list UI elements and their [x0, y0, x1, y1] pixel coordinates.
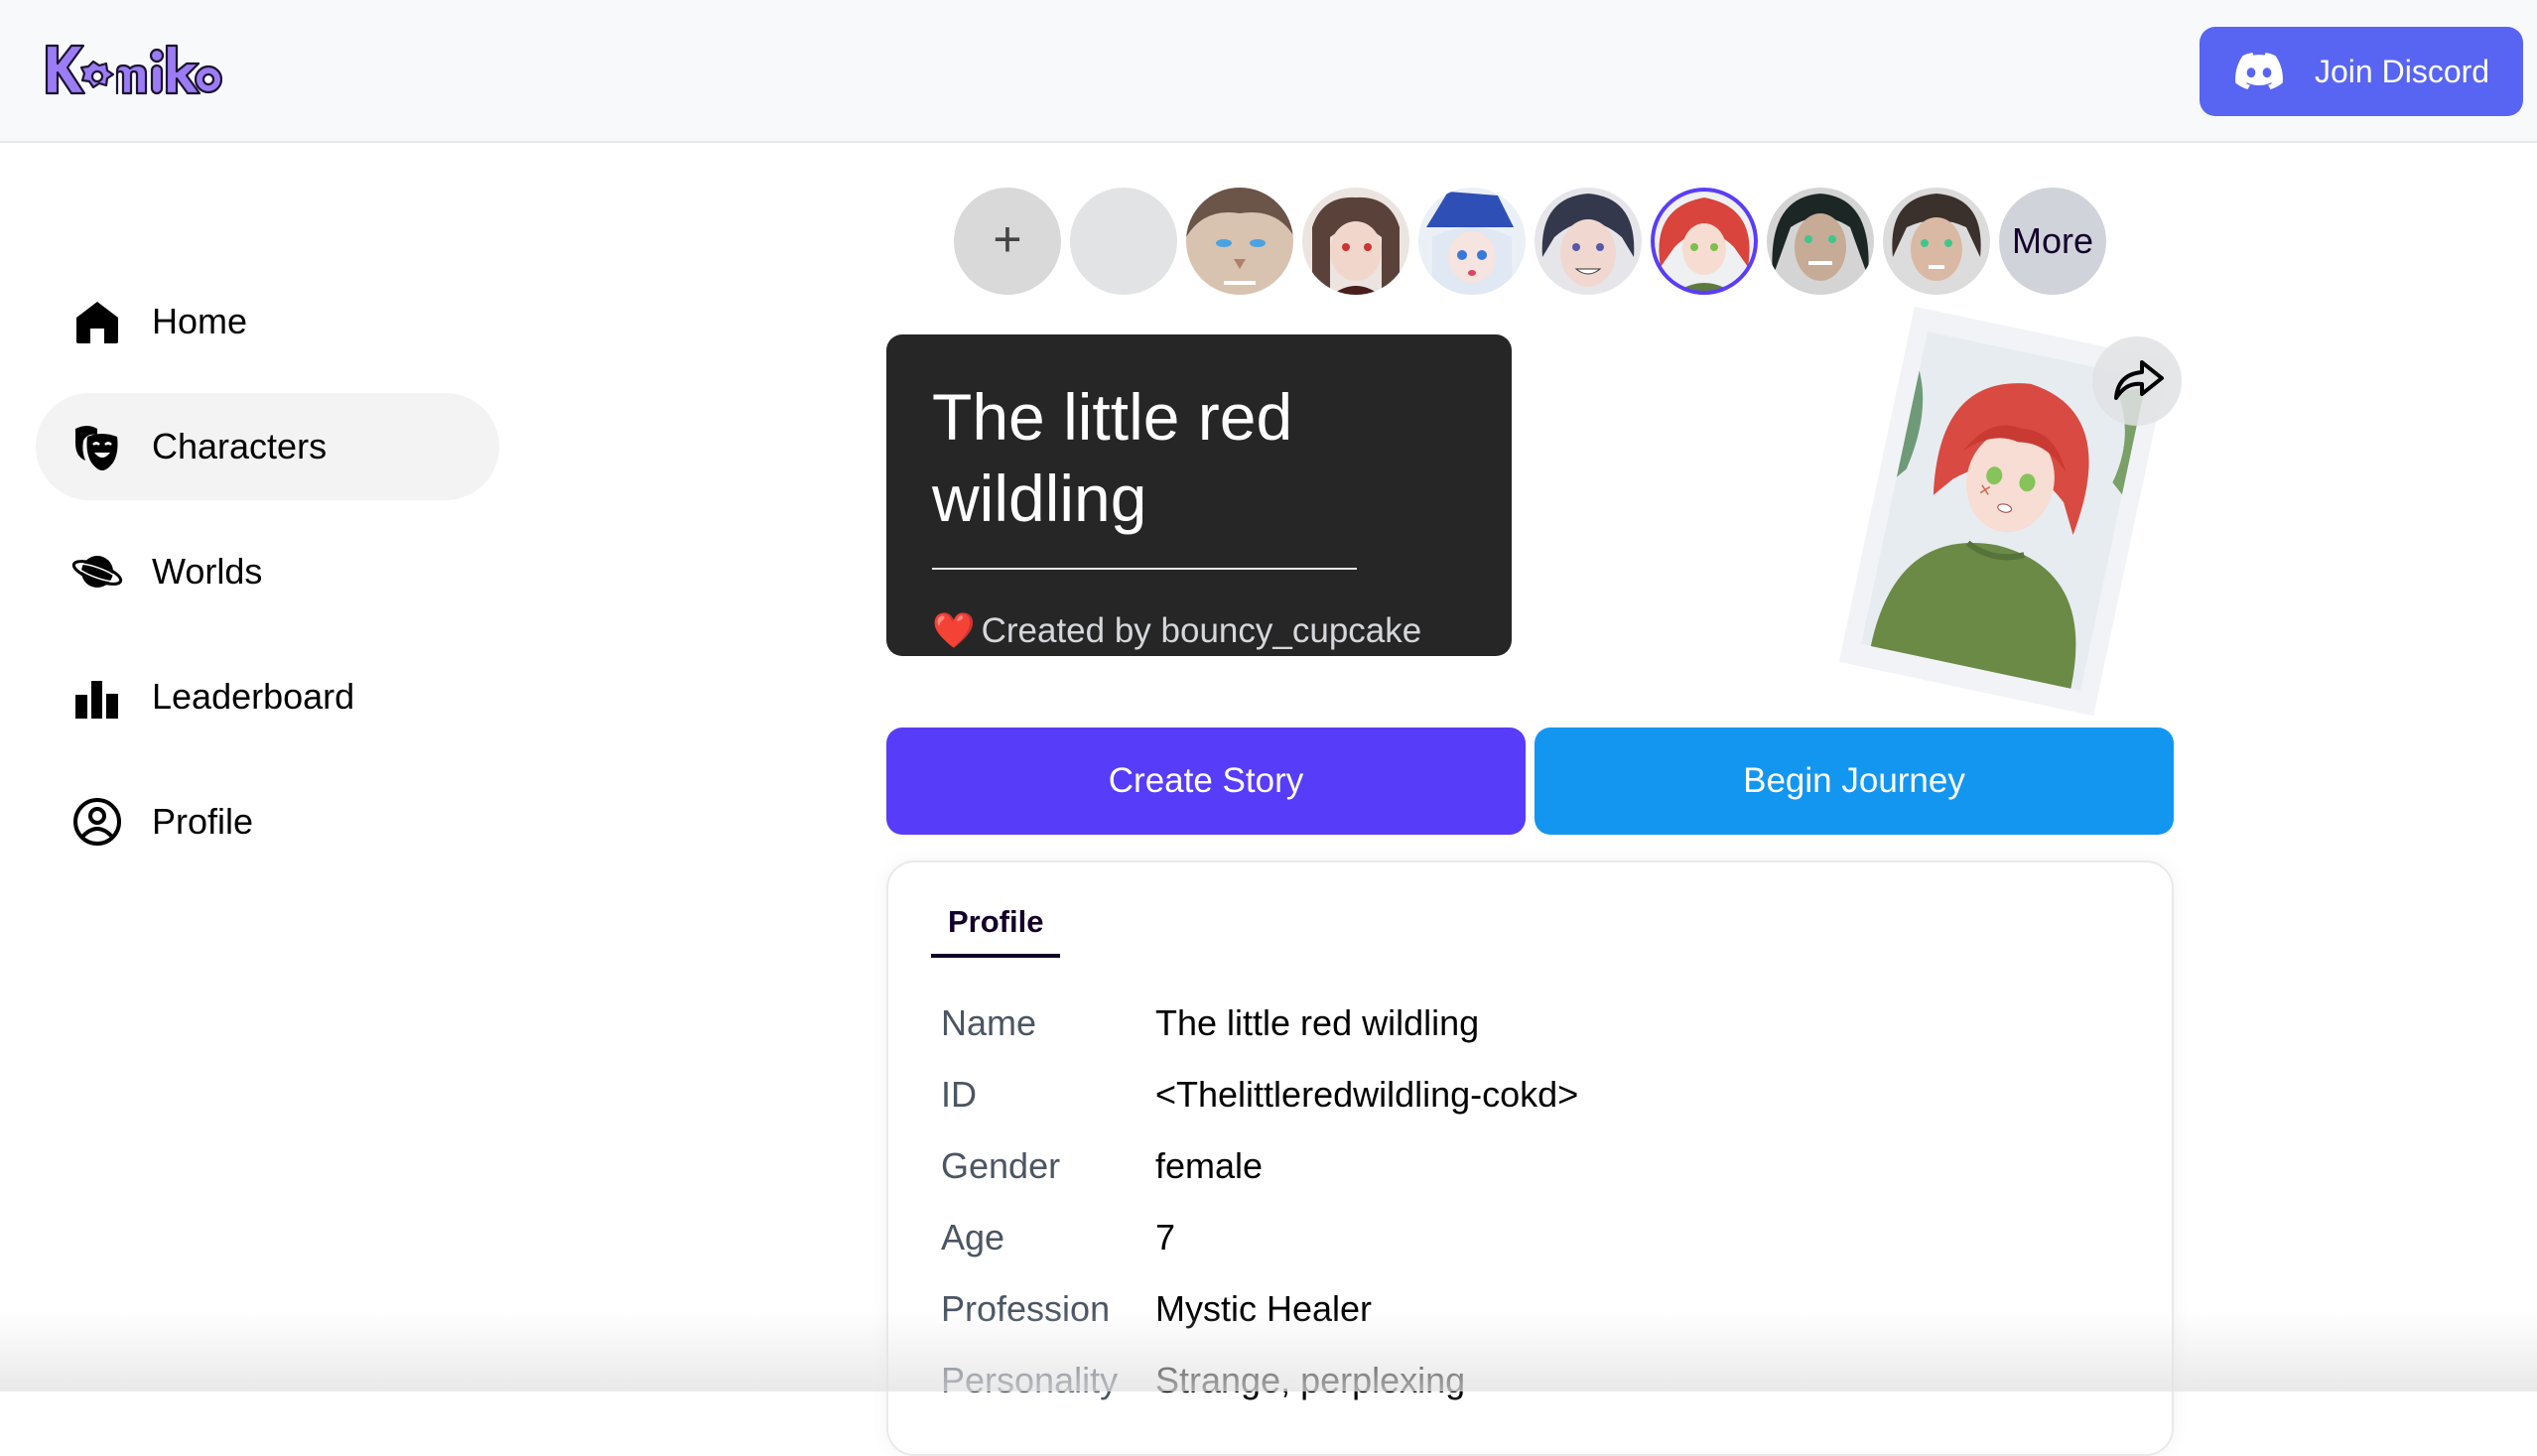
sidebar-item-profile[interactable]: Profile	[36, 768, 499, 875]
begin-journey-button[interactable]: Begin Journey	[1535, 728, 2174, 835]
creator-text[interactable]: Created by bouncy_cupcake	[982, 611, 1422, 650]
row-value: The little red wildling	[1155, 1002, 1480, 1043]
create-story-button[interactable]: Create Story	[886, 728, 1526, 835]
character-title: The little red wildling	[932, 380, 1293, 535]
tab-profile[interactable]: Profile	[931, 902, 1060, 960]
sidebar-item-label: Leaderboard	[152, 676, 355, 717]
character-avatar[interactable]	[1418, 188, 1526, 295]
title-divider	[932, 568, 1357, 570]
sidebar-item-worlds[interactable]: Worlds	[36, 518, 499, 625]
share-button[interactable]	[2092, 336, 2182, 426]
top-header: Join Discord	[0, 0, 2537, 143]
character-avatar-selected[interactable]	[1651, 188, 1758, 295]
character-avatar[interactable]	[1535, 188, 1642, 295]
row-key: Age	[941, 1217, 1005, 1257]
character-avatar[interactable]	[1767, 188, 1874, 295]
discord-icon	[2235, 53, 2283, 89]
sidebar-item-leaderboard[interactable]: Leaderboard	[36, 643, 499, 750]
sidebar-item-label: Worlds	[152, 551, 263, 592]
sidebar-item-home[interactable]: Home	[36, 268, 499, 375]
user-circle-icon	[73, 798, 121, 846]
komiko-logo[interactable]	[44, 40, 222, 103]
creator-line: ❤️ Created by bouncy_cupcake	[932, 610, 1421, 652]
join-discord-label: Join Discord	[2315, 54, 2490, 89]
row-key: Name	[941, 1002, 1037, 1043]
character-title-card: The little red wildling ❤️ Created by bou…	[886, 334, 1512, 656]
join-discord-button[interactable]: Join Discord	[2200, 27, 2523, 116]
row-key: ID	[941, 1074, 977, 1115]
sidebar-item-characters[interactable]: Characters	[36, 393, 499, 500]
character-avatar[interactable]	[1186, 188, 1293, 295]
row-value[interactable]: <Thelittleredwildling-cokd>	[1155, 1071, 1578, 1119]
more-characters-button[interactable]: More	[1999, 188, 2106, 295]
heart-icon: ❤️	[932, 611, 976, 650]
home-icon	[76, 302, 118, 343]
planet-icon	[71, 556, 123, 588]
add-character-button[interactable]: +	[954, 188, 1061, 295]
profile-card: Profile Name The little red wildling ID …	[886, 860, 2174, 1456]
theater-masks-icon	[75, 426, 118, 470]
bar-chart-icon	[75, 681, 118, 719]
sidebar: Home Characters Worlds Leaderboard Profi…	[0, 145, 536, 1391]
sidebar-item-label: Home	[152, 301, 248, 341]
plus-icon: +	[993, 211, 1022, 267]
share-arrow-icon	[2114, 360, 2164, 400]
row-key: Profession	[941, 1288, 1111, 1329]
tab-profile-label: Profile	[948, 904, 1044, 939]
character-avatar[interactable]	[1302, 188, 1409, 295]
row-key: Personality	[941, 1360, 1119, 1400]
character-avatar-blank[interactable]	[1070, 188, 1177, 295]
more-label: More	[2011, 220, 2094, 261]
row-value: female	[1155, 1145, 1264, 1186]
tab-active-underline	[931, 954, 1060, 958]
character-avatar[interactable]	[1883, 188, 1990, 295]
row-value: 7	[1155, 1217, 1176, 1257]
sidebar-item-label: Characters	[152, 426, 328, 466]
row-key: Gender	[941, 1145, 1061, 1186]
row-value: Strange, perplexing	[1155, 1360, 1466, 1400]
sidebar-item-label: Profile	[152, 801, 254, 842]
row-value: Mystic Healer	[1155, 1288, 1373, 1329]
